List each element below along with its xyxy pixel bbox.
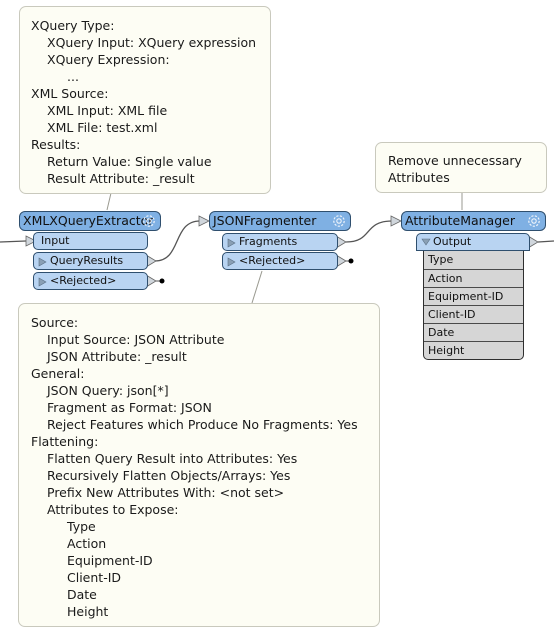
annotation-line: Remove unnecessary — [388, 153, 522, 168]
output-port-rejected[interactable]: <Rejected> — [222, 252, 338, 270]
attribute-row[interactable]: Height — [424, 341, 523, 359]
annotation-line: Return Value: Single value — [47, 154, 212, 169]
attribute-row[interactable]: Date — [424, 323, 523, 341]
gear-icon[interactable] — [331, 213, 347, 229]
port-label: QueryResults — [50, 254, 124, 267]
gear-icon[interactable] — [141, 213, 157, 229]
attribute-row[interactable]: Equipment-ID — [424, 287, 523, 305]
annotation-line: Type — [67, 519, 96, 534]
expand-arrow-icon[interactable] — [227, 238, 237, 248]
collapse-arrow-icon[interactable] — [421, 237, 431, 247]
attribute-row[interactable]: Action — [424, 269, 523, 287]
port-label: Output — [433, 235, 472, 248]
transformer-jsonfragmenter[interactable]: JSONFragmenter — [209, 211, 351, 231]
annotation-jsonfragmenter[interactable]: Source: Input Source: JSON Attribute JSON … — [18, 303, 380, 627]
annotation-line: XML Input: XML file — [47, 103, 168, 118]
expand-arrow-icon[interactable] — [38, 257, 48, 267]
annotation-line: Equipment-ID — [67, 553, 153, 568]
output-port-rejected[interactable]: <Rejected> — [33, 272, 148, 290]
annotation-line: Result Attribute: _result — [47, 171, 195, 186]
annotation-line: Attributes — [388, 170, 450, 185]
annotation-line: Flattening: — [31, 434, 99, 449]
annotation-line: Prefix New Attributes With: <not set> — [47, 485, 285, 500]
annotation-line: ... — [67, 69, 79, 84]
transformer-xmlxqueryextractor[interactable]: XMLXQueryExtractor — [19, 211, 161, 231]
port-label: Input — [41, 234, 70, 247]
annotation-line: Date — [67, 587, 97, 602]
annotation-line: Client-ID — [67, 570, 122, 585]
annotation-line: Fragment as Format: JSON — [47, 400, 212, 415]
connection-queryresults-to-jsonfragmenter[interactable] — [154, 220, 201, 262]
annotation-line: Results: — [31, 137, 81, 152]
rejected-terminator-icon — [348, 258, 354, 264]
annotation-line: Attributes to Expose: — [47, 502, 179, 517]
annotation-line: Source: — [31, 315, 79, 330]
attribute-row[interactable]: Client-ID — [424, 305, 523, 323]
connection-incoming[interactable] — [0, 240, 27, 243]
annotation-attributemanager[interactable]: Remove unnecessary Attributes — [375, 142, 547, 193]
output-port-fragments[interactable]: Fragments — [222, 233, 338, 251]
annotation-leader-jsonfrag — [251, 270, 263, 304]
expand-arrow-icon[interactable] — [227, 257, 237, 267]
annotation-line: JSON Query: json[*] — [47, 383, 169, 398]
attribute-row[interactable]: Type — [424, 251, 523, 269]
port-label: <Rejected> — [239, 254, 306, 267]
annotation-line: Flatten Query Result into Attributes: Ye… — [47, 451, 298, 466]
attribute-list: Type Action Equipment-ID Client-ID Date Heigh… — [423, 251, 524, 360]
annotation-line: Reject Features which Produce No Fragmen… — [47, 417, 358, 432]
annotation-line: Input Source: JSON Attribute — [47, 332, 225, 347]
gear-icon[interactable] — [526, 213, 542, 229]
annotation-line: XML File: test.xml — [47, 120, 158, 135]
expand-arrow-icon[interactable] — [38, 277, 48, 287]
transformer-name: JSONFragmenter — [213, 213, 317, 228]
annotation-line: JSON Attribute: _result — [47, 349, 187, 364]
annotation-line: General: — [31, 366, 85, 381]
connection-outgoing[interactable] — [537, 240, 554, 243]
annotation-line: Recursively Flatten Objects/Arrays: Yes — [47, 468, 291, 483]
port-label: <Rejected> — [50, 274, 117, 287]
connection-fragments-to-attributemanager[interactable] — [345, 220, 393, 243]
output-port-queryresults[interactable]: QueryResults — [33, 252, 148, 270]
port-label: Fragments — [239, 235, 298, 248]
transformer-attributemanager[interactable]: AttributeManager — [401, 211, 546, 231]
input-port[interactable]: Input — [33, 232, 148, 250]
transformer-name: AttributeManager — [405, 213, 515, 228]
annotation-line: Action — [67, 536, 107, 551]
transformer-name: XMLXQueryExtractor — [23, 213, 154, 228]
input-port-arrow-icon — [390, 215, 402, 227]
annotation-line: XML Source: — [31, 86, 109, 101]
output-port-output[interactable]: Output — [416, 233, 530, 251]
annotation-line: XQuery Expression: — [47, 52, 170, 67]
annotation-line: XQuery Input: XQuery expression — [47, 35, 257, 50]
annotation-line: Height — [67, 604, 109, 619]
annotation-leader-xquery — [106, 192, 112, 211]
rejected-terminator-icon — [159, 278, 165, 284]
annotation-line: XQuery Type: — [31, 18, 115, 33]
annotation-xmlxquery[interactable]: XQuery Type: XQuery Input: XQuery express… — [19, 6, 271, 194]
input-port-arrow-icon — [198, 215, 210, 227]
